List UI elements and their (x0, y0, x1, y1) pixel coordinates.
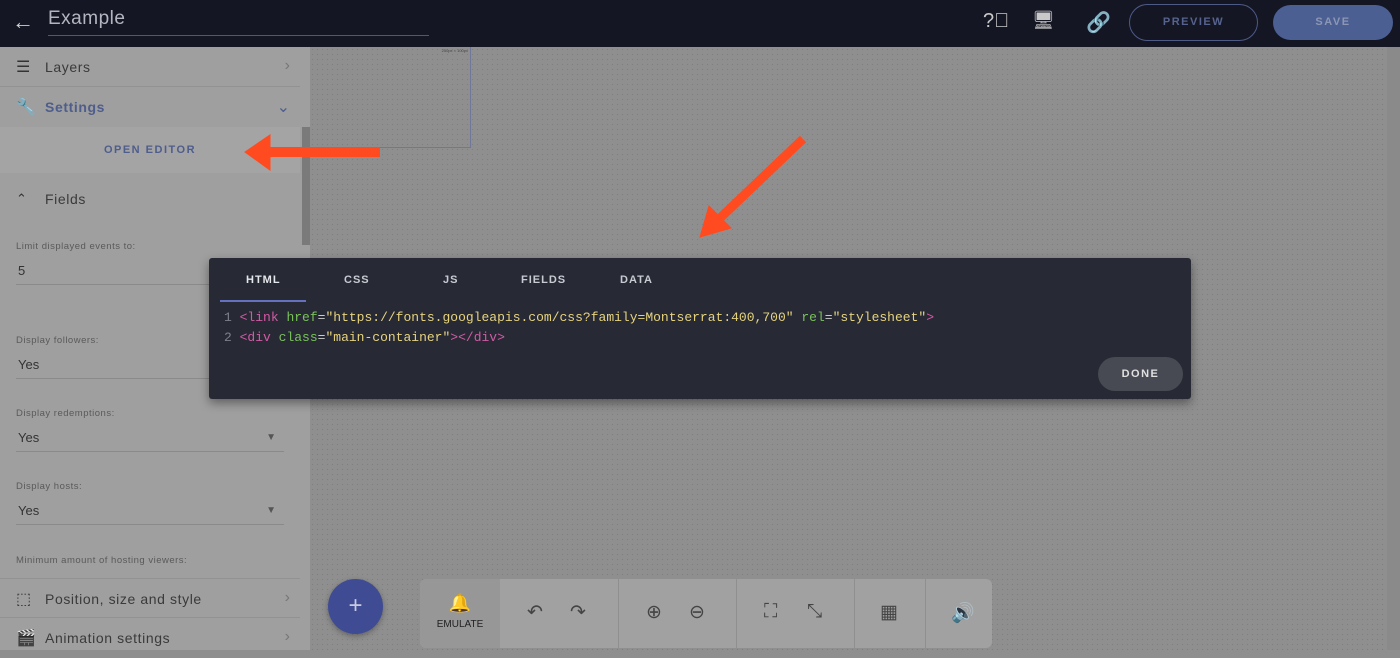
link-icon[interactable]: 🔗 (1086, 10, 1111, 35)
chevron-right-icon: › (284, 57, 290, 74)
preview-button[interactable]: PREVIEW (1129, 4, 1258, 41)
field-label: Display hosts: (16, 481, 83, 492)
wrench-icon: 🔧 (16, 99, 36, 116)
monitor-settings-icon[interactable]: 🖥 (1032, 10, 1055, 31)
top-bar: ← Example ?⃝ 🖥 🔗 PREVIEW SAVE (0, 0, 1400, 47)
display-hosts-select[interactable]: Yes ▼ (16, 503, 284, 525)
display-redemptions-select[interactable]: Yes ▼ (16, 430, 284, 452)
volume-icon[interactable]: 🔊 (951, 601, 975, 625)
code-tag: <div (239, 330, 279, 345)
code-attr: href (286, 310, 318, 325)
layers-label: Layers (45, 59, 91, 75)
code-line[interactable]: 1 <link href="https://fonts.googleapis.c… (224, 310, 934, 325)
grid-icon[interactable]: ▦ (880, 601, 898, 624)
chevron-down-icon: ⌄ (276, 99, 290, 116)
zoom-out-icon[interactable]: ⊖ (689, 601, 705, 624)
bottom-toolbar: 🔔 EMULATE ↶ ↷ ⊕ ⊖ ⛶ ⤡ ▦ 🔊 (420, 579, 992, 648)
sidebar-item-animation[interactable]: 🎬 Animation settings › (0, 618, 300, 658)
code-string: "https://fonts.googleapis.com/css?family… (325, 310, 794, 325)
sidebar-item-layers[interactable]: ☰ Layers › (0, 47, 300, 87)
help-icon[interactable]: ?⃝ (983, 10, 1009, 33)
animation-icon: 🎬 (16, 630, 36, 647)
add-button[interactable]: + (328, 579, 383, 634)
animation-label: Animation settings (45, 630, 171, 646)
code-attr: class (278, 330, 318, 345)
field-label: Minimum amount of hosting viewers: (16, 555, 188, 566)
active-tab-indicator (220, 300, 306, 302)
sidebar-item-settings[interactable]: 🔧 Settings ⌄ (0, 87, 300, 127)
zoom-in-icon[interactable]: ⊕ (646, 601, 662, 624)
undo-icon[interactable]: ↶ (527, 601, 543, 624)
field-value: Yes (18, 430, 40, 445)
line-number: 1 (224, 310, 232, 325)
code-tag: <link (239, 310, 287, 325)
field-value: Yes (18, 357, 40, 372)
tab-css[interactable]: CSS (344, 274, 370, 286)
position-label: Position, size and style (45, 591, 202, 607)
title-input[interactable]: Example (48, 8, 429, 36)
code-editor-modal: HTML CSS JS FIELDS DATA 1 <link href="ht… (209, 258, 1191, 399)
field-value: 5 (18, 263, 26, 278)
code-string: "stylesheet" (832, 310, 927, 325)
tab-js[interactable]: JS (443, 274, 458, 286)
selection-icon: ⬚ (16, 591, 32, 608)
arrow-left-icon[interactable]: ← (12, 9, 34, 35)
code-tag: > (926, 310, 935, 325)
bell-icon: 🔔 (448, 593, 472, 613)
sidebar-item-position[interactable]: ⬚ Position, size and style › (0, 578, 300, 618)
widget-size-label: 250px × 100px (441, 48, 468, 53)
layers-icon: ☰ (16, 59, 31, 76)
tab-html[interactable]: HTML (246, 274, 281, 286)
code-tag: ></div> (450, 330, 505, 345)
open-editor-button[interactable]: OPEN EDITOR (0, 127, 300, 173)
code-string: "main-container" (325, 330, 451, 345)
fullscreen-icon[interactable]: ⛶ (764, 601, 777, 623)
exit-fullscreen-icon[interactable]: ⤡ (807, 601, 822, 623)
done-button[interactable]: DONE (1098, 357, 1183, 391)
canvas-scrollbar[interactable] (1387, 47, 1400, 650)
sidebar-scrollbar[interactable] (302, 127, 310, 245)
field-label: Display redemptions: (16, 408, 115, 419)
emulate-label: EMULATE (436, 619, 484, 630)
chevron-right-icon: › (284, 628, 290, 645)
emulate-button[interactable]: 🔔 EMULATE (420, 579, 500, 648)
line-number: 2 (224, 330, 232, 345)
dropdown-arrow-icon: ▼ (266, 432, 276, 443)
settings-label: Settings (45, 99, 106, 115)
code-line[interactable]: 2 <div class="main-container"></div> (224, 330, 505, 345)
field-value: Yes (18, 503, 40, 518)
field-label: Limit displayed events to: (16, 241, 136, 252)
field-label: Display followers: (16, 335, 99, 346)
save-button[interactable]: SAVE (1273, 5, 1393, 40)
redo-icon[interactable]: ↷ (570, 601, 586, 624)
tab-fields[interactable]: FIELDS (521, 274, 566, 286)
widget-preview[interactable]: 250px × 100px (310, 47, 471, 148)
chevron-up-icon: ⌃ (16, 191, 27, 206)
tab-data[interactable]: DATA (620, 274, 653, 286)
fields-section-toggle[interactable]: ⌃ Fields (0, 179, 300, 219)
chevron-right-icon: › (284, 589, 290, 606)
dropdown-arrow-icon: ▼ (266, 505, 276, 516)
fields-label: Fields (45, 191, 86, 207)
code-attr: rel (801, 310, 825, 325)
